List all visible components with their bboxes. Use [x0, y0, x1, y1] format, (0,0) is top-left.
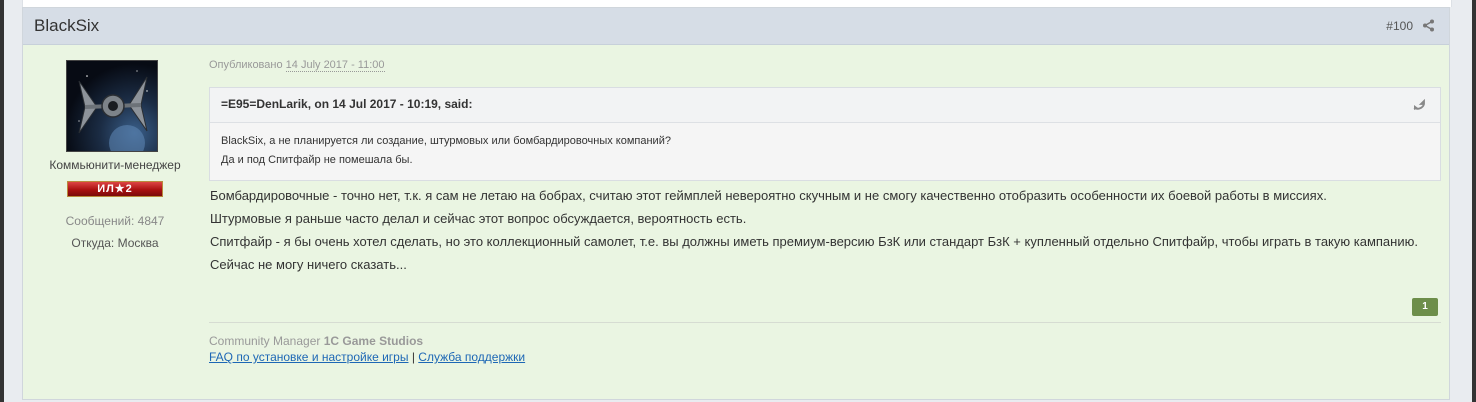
user-location: Откуда: Москва: [71, 236, 159, 250]
share-icon[interactable]: [1422, 19, 1435, 32]
support-link[interactable]: Служба поддержки: [418, 350, 525, 364]
faq-link[interactable]: FAQ по установке и настройке игры: [209, 350, 408, 364]
post-paragraph: Штурмовые я раньше часто делал и сейчас …: [210, 211, 747, 226]
signature-role: Community Manager: [209, 334, 321, 348]
window-edge-right: [1472, 0, 1476, 402]
quote-body: BlackSix, а не планируется ли создание, …: [210, 123, 1440, 179]
author-name[interactable]: BlackSix: [34, 16, 99, 36]
post-body: Бомбардировочные - точно нет, т.к. я сам…: [210, 184, 1440, 276]
signature: Community Manager 1C Game Studios FAQ по…: [209, 333, 525, 365]
rank-badge: ИЛ★2: [67, 181, 163, 197]
signature-company: 1C Game Studios: [323, 334, 424, 348]
published-label: Опубликовано: [209, 59, 283, 71]
signature-divider: [209, 322, 1441, 323]
snapback-icon[interactable]: [1412, 99, 1426, 111]
post-paragraph: Спитфайр - я бы очень хотел сделать, но …: [210, 234, 1418, 272]
published-date: 14 July 2017 - 11:00: [285, 59, 385, 72]
quote-block: =E95=DenLarik, on 14 Jul 2017 - 10:19, s…: [209, 87, 1441, 181]
published-line: Опубликовано 14 July 2017 - 11:00: [209, 59, 385, 72]
quote-citation: =E95=DenLarik, on 14 Jul 2017 - 10:19, s…: [221, 97, 473, 111]
previous-post-bottom: [22, 0, 1452, 7]
post-header: BlackSix #100: [23, 8, 1449, 45]
avatar[interactable]: [66, 60, 158, 152]
signature-separator: |: [411, 350, 415, 364]
quote-header: =E95=DenLarik, on 14 Jul 2017 - 10:19, s…: [210, 88, 1440, 123]
post-number-link[interactable]: #100: [1386, 19, 1413, 33]
quote-line: Да и под Спитфайр не помешала бы.: [221, 154, 413, 166]
window-edge-left: [0, 0, 4, 402]
forum-post: BlackSix #100 Коммьюнити-менеджер ИЛ★2 С…: [22, 7, 1450, 400]
post-paragraph: Бомбардировочные - точно нет, т.к. я сам…: [210, 188, 1327, 203]
user-title: Коммьюнити-менеджер: [49, 158, 181, 172]
posts-count: Сообщений: 4847: [65, 214, 165, 228]
reputation-badge[interactable]: 1: [1412, 298, 1438, 316]
quote-line: BlackSix, а не планируется ли создание, …: [221, 135, 671, 147]
